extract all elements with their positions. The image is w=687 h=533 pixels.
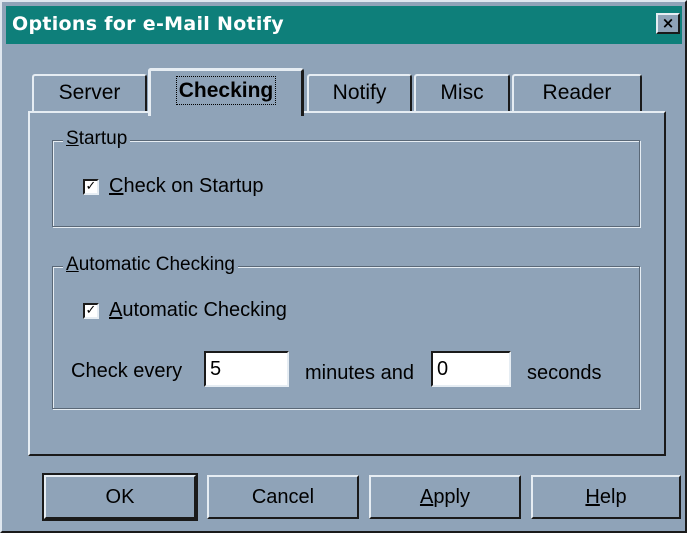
seconds-input[interactable] bbox=[431, 351, 511, 387]
minutes-and-label: minutes and bbox=[305, 362, 414, 384]
tab-label: Reader bbox=[542, 81, 612, 104]
minutes-input[interactable] bbox=[204, 351, 289, 387]
automatic-checking-label: Automatic Checking bbox=[109, 299, 287, 321]
checkmark-icon: ✓ bbox=[85, 302, 97, 318]
tab-notify[interactable]: Notify bbox=[307, 74, 412, 112]
automatic-checking-checkbox-row[interactable]: ✓ Automatic Checking bbox=[83, 299, 287, 322]
title-bar[interactable]: Options for e-Mail Notify × bbox=[6, 6, 682, 44]
tab-label: Misc bbox=[440, 81, 484, 104]
cancel-button[interactable]: Cancel bbox=[207, 475, 359, 519]
tab-checking[interactable]: Checking bbox=[148, 68, 304, 116]
tab-label: Checking bbox=[175, 76, 277, 105]
tab-label: Server bbox=[58, 81, 121, 104]
check-on-startup-checkbox[interactable]: ✓ bbox=[83, 178, 99, 195]
check-on-startup-checkbox-row[interactable]: ✓ Check on Startup bbox=[83, 175, 264, 198]
tab-server[interactable]: Server bbox=[32, 74, 147, 112]
close-button[interactable]: × bbox=[656, 13, 680, 34]
help-button[interactable]: Help bbox=[531, 475, 681, 519]
seconds-label: seconds bbox=[527, 362, 602, 384]
check-every-label: Check every bbox=[71, 360, 183, 382]
startup-groupbox: Startup ✓ Check on Startup bbox=[52, 128, 640, 227]
automatic-checking-group-title: Automatic Checking bbox=[63, 254, 238, 276]
window-title: Options for e-Mail Notify bbox=[12, 13, 284, 35]
tab-reader[interactable]: Reader bbox=[512, 74, 642, 112]
automatic-checking-checkbox[interactable]: ✓ bbox=[83, 302, 99, 319]
checkmark-icon: ✓ bbox=[85, 178, 97, 194]
startup-group-title: Startup bbox=[63, 128, 131, 150]
ok-button[interactable]: OK bbox=[42, 473, 198, 521]
tab-misc[interactable]: Misc bbox=[414, 74, 510, 112]
tab-label: Notify bbox=[332, 81, 387, 104]
options-dialog: Options for e-Mail Notify × Server Check… bbox=[0, 0, 687, 533]
check-on-startup-label: Check on Startup bbox=[109, 175, 264, 197]
automatic-checking-groupbox: Automatic Checking ✓ Automatic Checking … bbox=[52, 254, 640, 409]
close-icon: × bbox=[661, 14, 675, 32]
apply-button[interactable]: Apply bbox=[369, 475, 521, 519]
checking-tab-panel: Startup ✓ Check on Startup Automatic Che… bbox=[28, 111, 666, 456]
